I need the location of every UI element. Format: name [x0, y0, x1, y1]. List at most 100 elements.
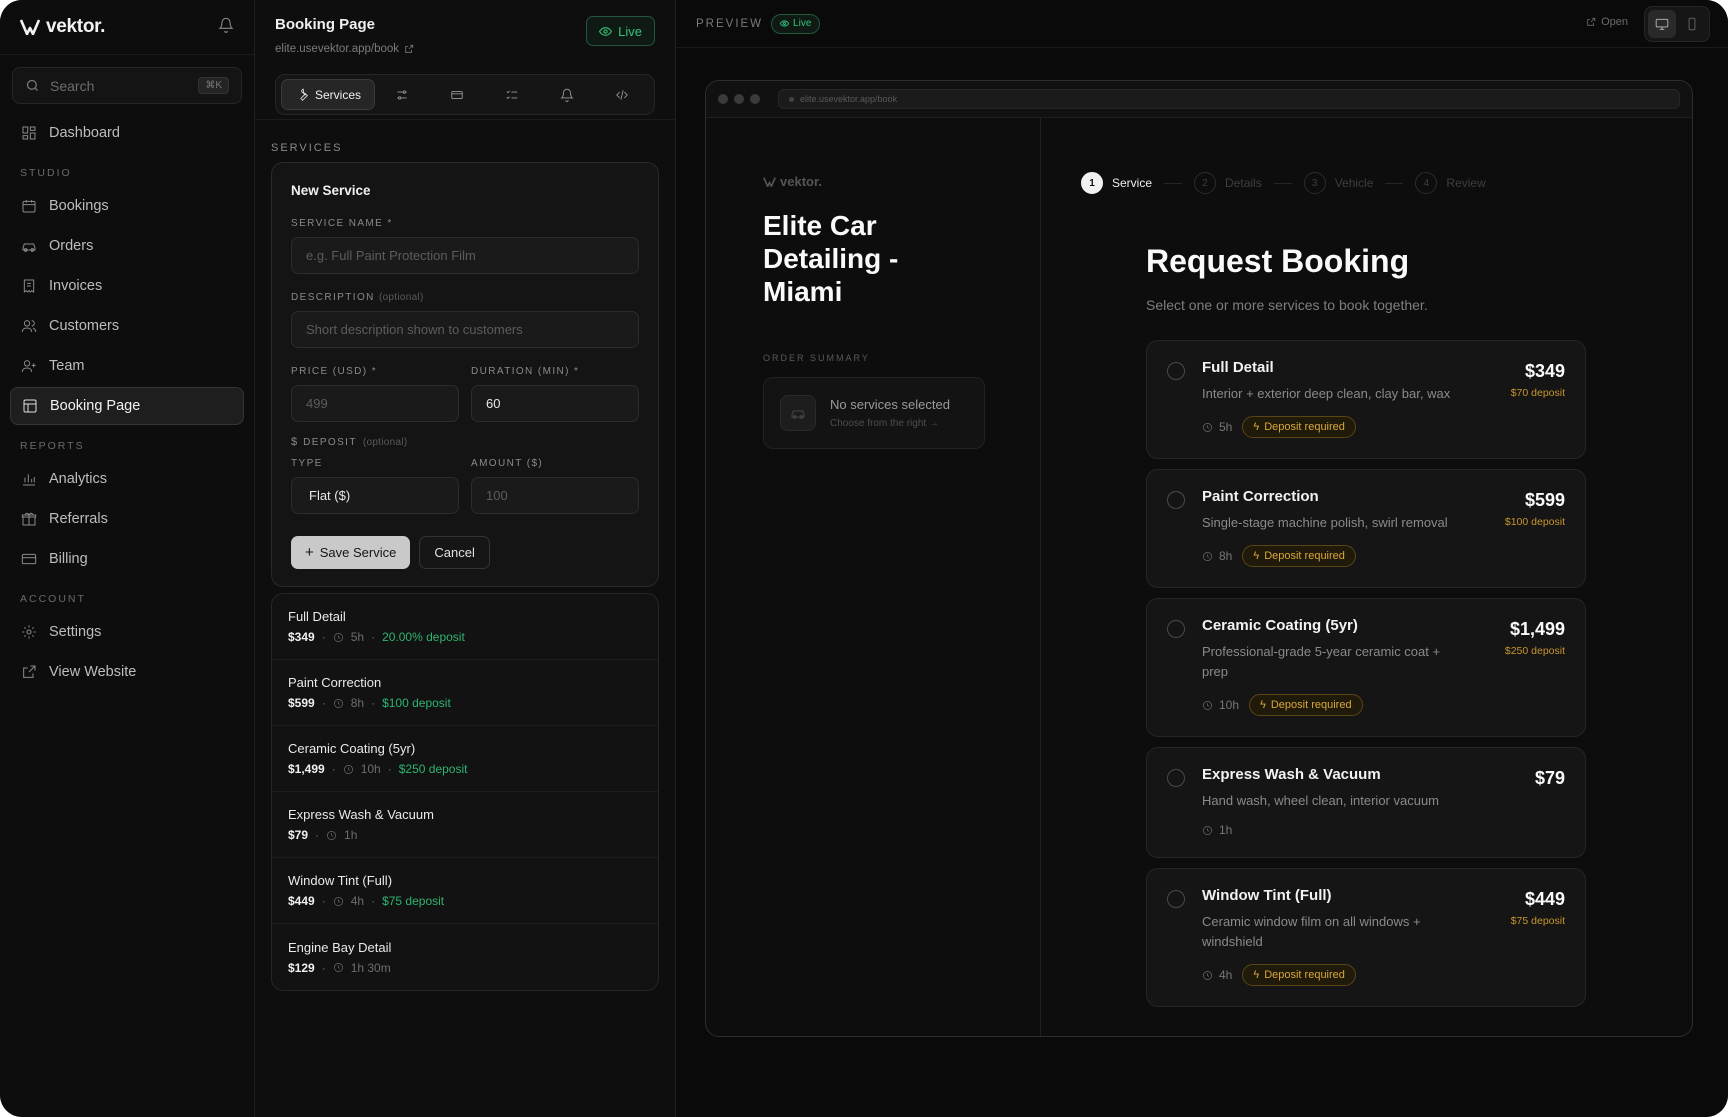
service-list-item[interactable]: Full Detail $349 · 5h · 20.00% deposit [272, 594, 658, 660]
mobile-view-button[interactable] [1679, 10, 1707, 38]
duration-text: 1h [1219, 823, 1233, 837]
search-icon [26, 79, 38, 91]
vektor-logo-icon [20, 19, 40, 35]
service-radio[interactable] [1167, 362, 1185, 380]
service-card-price: $599 [1524, 490, 1565, 510]
step-connector [1385, 182, 1404, 184]
separator: · [371, 630, 376, 644]
new-service-form: New Service SERVICE NAME * e.g. Full Pai… [271, 162, 659, 587]
service-card[interactable]: Window Tint (Full) Ceramic window film on… [1146, 868, 1586, 1007]
sidebar-item-settings[interactable]: Settings [10, 613, 244, 651]
car-icon [21, 238, 37, 254]
service-card[interactable]: Full Detail Interior + exterior deep clea… [1146, 340, 1586, 459]
brand-logo[interactable]: vektor. [20, 16, 105, 38]
bar-chart-icon [21, 471, 37, 487]
sidebar-item-analytics[interactable]: Analytics [10, 460, 244, 498]
service-radio[interactable] [1167, 491, 1185, 509]
cancel-button[interactable]: Cancel [419, 536, 490, 569]
service-radio[interactable] [1167, 769, 1185, 787]
preview-header: PREVIEW Live Open [676, 0, 1728, 48]
external-link-icon [405, 44, 414, 53]
tab-payments[interactable] [430, 79, 485, 110]
sidebar-section-studio: STUDIO [20, 167, 72, 179]
tab-customization[interactable] [375, 79, 430, 110]
service-cards: Full Detail Interior + exterior deep clea… [1146, 340, 1586, 1017]
plus-icon: + [305, 544, 314, 561]
service-deposit: $100 deposit [382, 696, 451, 710]
tab-form-fields[interactable] [485, 79, 540, 110]
separator: · [321, 960, 326, 975]
price-input[interactable]: 499 [291, 385, 459, 422]
url-text: elite.usevektor.app/book [275, 43, 400, 55]
clock-icon [333, 632, 343, 642]
step-1: 1 Service [1081, 172, 1152, 194]
tab-notifications[interactable] [539, 79, 594, 110]
sidebar-item-label: Team [49, 358, 85, 374]
sidebar-item-referrals[interactable]: Referrals [10, 500, 244, 538]
bolt-icon: ϟ [1253, 969, 1260, 981]
step-label: Review [1446, 176, 1486, 190]
description-input[interactable]: Short description shown to customers [291, 311, 639, 348]
open-preview-link[interactable]: Open [1586, 16, 1628, 28]
deposit-type-select[interactable]: Flat ($) [291, 477, 459, 514]
duration-text: 5h [1219, 420, 1233, 434]
bell-icon[interactable] [218, 17, 234, 38]
service-list-item[interactable]: Paint Correction $599 · 8h · $100 deposit [272, 660, 658, 726]
sidebar-item-bookings[interactable]: Bookings [10, 187, 244, 225]
service-card-name: Express Wash & Vacuum [1202, 766, 1381, 783]
clock-icon [327, 830, 336, 840]
preview-label: PREVIEW [696, 17, 764, 30]
grid-icon [21, 125, 37, 141]
open-label: Open [1601, 16, 1628, 28]
service-deposit: $250 deposit [398, 762, 468, 776]
sidebar-item-view-website[interactable]: View Website [10, 653, 244, 691]
duration-text: 4h [1219, 968, 1233, 982]
duration-input[interactable]: 60 [471, 385, 639, 422]
service-radio[interactable] [1167, 890, 1185, 908]
sidebar-item-booking-page[interactable]: Booking Page [10, 387, 244, 425]
service-name-input[interactable]: e.g. Full Paint Protection Film [291, 237, 639, 274]
sidebar-item-label: Billing [49, 551, 88, 567]
code-icon [615, 89, 628, 100]
sidebar-item-team[interactable]: Team [10, 347, 244, 385]
service-card[interactable]: Paint Correction Single-stage machine pol… [1146, 469, 1586, 588]
sidebar-item-dashboard[interactable]: Dashboard [10, 114, 244, 152]
phone-icon [1688, 17, 1696, 31]
service-radio[interactable] [1167, 620, 1185, 638]
tab-embed[interactable] [594, 79, 649, 110]
request-booking-subtitle: Select one or more services to book toge… [1146, 297, 1428, 313]
search-shortcut: ⌘K [198, 77, 229, 94]
booking-stepper: 1 Service 2 Details 3 Vehicle 4 Review [1081, 172, 1486, 194]
service-card[interactable]: Ceramic Coating (5yr) Professional-grade … [1146, 598, 1586, 737]
live-status-button[interactable]: Live [586, 16, 655, 46]
sidebar-item-invoices[interactable]: Invoices [10, 267, 244, 305]
service-card-meta: 1h [1202, 823, 1565, 857]
price-label: PRICE (USD) * [291, 366, 377, 377]
duration-text: 10h [1219, 698, 1240, 712]
search-input[interactable]: Search ⌘K [12, 67, 242, 104]
save-service-button[interactable]: + Save Service [291, 536, 411, 569]
tab-services[interactable]: Services [281, 79, 375, 110]
sidebar: vektor. Search ⌘K Dashboard STUDIO Booki… [0, 0, 255, 1117]
clock-icon [333, 963, 343, 972]
step-3: 3 Vehicle [1303, 172, 1373, 194]
eye-icon [599, 26, 613, 36]
live-label: Live [618, 23, 642, 39]
service-list-item[interactable]: Express Wash & Vacuum $79 · 1h [272, 792, 658, 858]
desktop-view-button[interactable] [1648, 10, 1676, 38]
gift-icon [21, 511, 37, 527]
sidebar-item-billing[interactable]: Billing [10, 540, 244, 578]
sidebar-item-customers[interactable]: Customers [10, 307, 244, 345]
service-card[interactable]: Express Wash & Vacuum Hand wash, wheel cl… [1146, 747, 1586, 858]
sidebar-item-label: Analytics [49, 471, 108, 487]
step-number: 2 [1194, 172, 1217, 194]
service-list-item[interactable]: Window Tint (Full) $449 · 4h · $75 deposit [272, 858, 658, 924]
service-card-description: Hand wash, wheel clean, interior vacuum [1202, 793, 1440, 808]
sidebar-item-orders[interactable]: Orders [10, 227, 244, 265]
deposit-amount-input[interactable]: 100 [471, 477, 639, 514]
service-list-item[interactable]: Engine Bay Detail $129 · 1h 30m [272, 924, 658, 990]
service-list-item[interactable]: Ceramic Coating (5yr) $1,499 · 10h · $250 dep… [272, 726, 658, 792]
checklist-icon [506, 90, 518, 99]
booking-right-column: 1 Service 2 Details 3 Vehicle 4 Review Request … [1041, 118, 1692, 1036]
clock-icon [1203, 825, 1212, 835]
